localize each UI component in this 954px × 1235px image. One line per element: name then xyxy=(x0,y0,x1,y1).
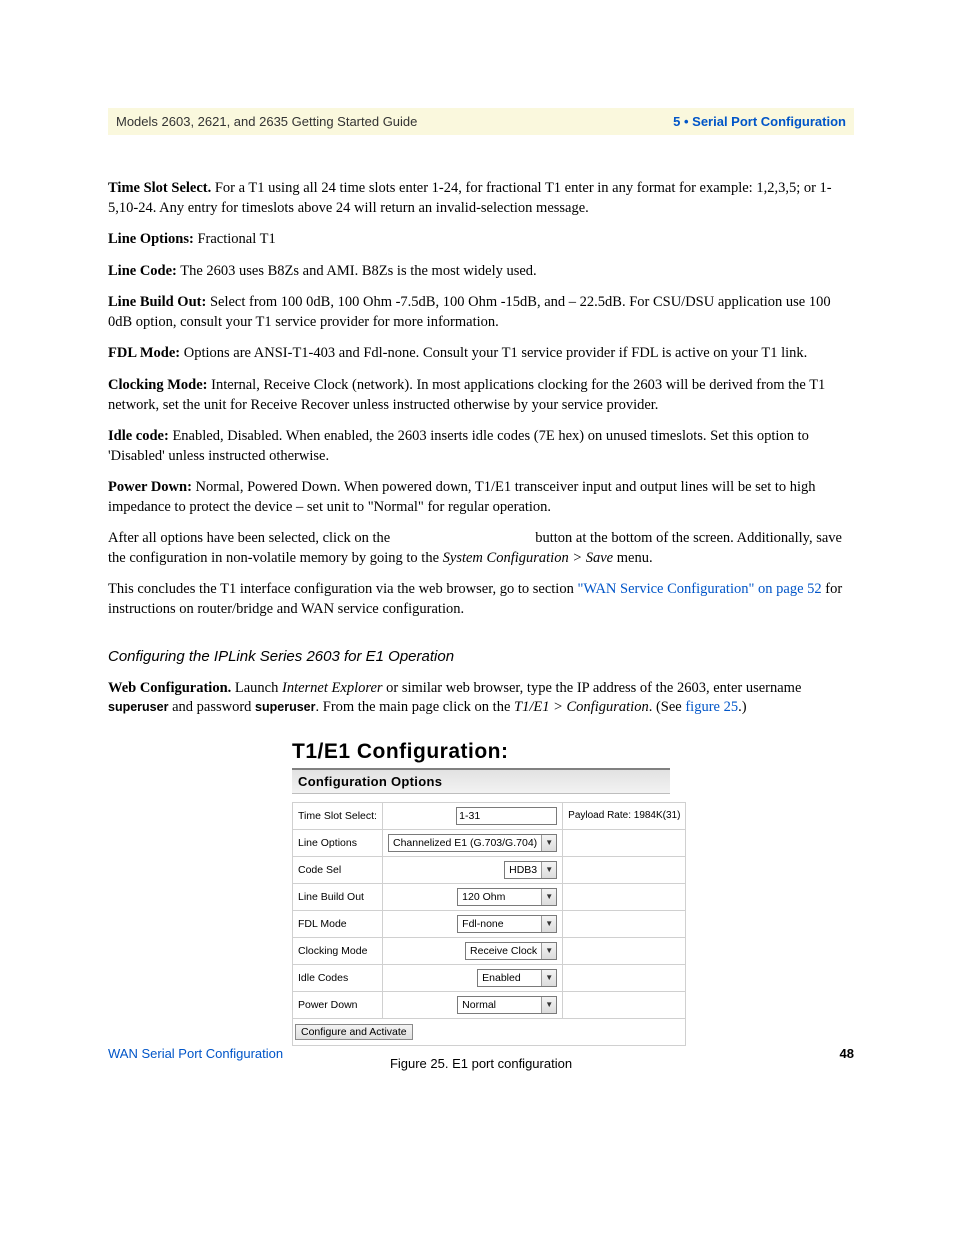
page-footer: WAN Serial Port Configuration 48 xyxy=(108,1046,854,1061)
para-timeslot: Time Slot Select. For a T1 using all 24 … xyxy=(108,179,854,218)
row-timeslot: Time Slot Select: Payload Rate: 1984K(31… xyxy=(293,802,686,829)
link-figure25[interactable]: figure 25 xyxy=(685,699,738,715)
footer-page-number: 48 xyxy=(840,1046,854,1061)
page-header: Models 2603, 2621, and 2635 Getting Star… xyxy=(108,108,854,135)
timeslot-input[interactable] xyxy=(456,807,557,825)
para-idle: Idle code: Enabled, Disabled. When enabl… xyxy=(108,427,854,466)
fdl-select[interactable]: Fdl-none ▼ xyxy=(457,915,557,933)
configure-activate-button[interactable]: Configure and Activate xyxy=(295,1024,413,1040)
payload-rate: Payload Rate: 1984K(31) xyxy=(563,802,686,829)
chevron-down-icon: ▼ xyxy=(541,835,556,851)
config-title: T1/E1 Configuration: xyxy=(292,740,670,764)
chevron-down-icon: ▼ xyxy=(541,889,556,905)
para-after-options: After all options have been selected, cl… xyxy=(108,529,854,568)
chevron-down-icon: ▼ xyxy=(541,943,556,959)
para-conclude: This concludes the T1 interface configur… xyxy=(108,580,854,619)
link-wan-service[interactable]: "WAN Service Configuration" on page 52 xyxy=(577,581,821,597)
row-clocking: Clocking Mode Receive Clock ▼ xyxy=(293,937,686,964)
row-idle: Idle Codes Enabled ▼ xyxy=(293,964,686,991)
para-fdl: FDL Mode: Options are ANSI-T1-403 and Fd… xyxy=(108,344,854,364)
lbo-select[interactable]: 120 Ohm ▼ xyxy=(457,888,557,906)
header-guide-title: Models 2603, 2621, and 2635 Getting Star… xyxy=(116,114,417,129)
idle-select[interactable]: Enabled ▼ xyxy=(477,969,557,987)
row-lineoptions: Line Options Channelized E1 (G.703/G.704… xyxy=(293,829,686,856)
chevron-down-icon: ▼ xyxy=(541,997,556,1013)
footer-section: WAN Serial Port Configuration xyxy=(108,1046,283,1061)
header-section: 5 • Serial Port Configuration xyxy=(673,114,846,129)
row-powerdown: Power Down Normal ▼ xyxy=(293,991,686,1018)
para-lineoptions: Line Options: Fractional T1 xyxy=(108,230,854,250)
config-panel: T1/E1 Configuration: Configuration Optio… xyxy=(292,740,670,1046)
chevron-down-icon: ▼ xyxy=(541,916,556,932)
row-button: Configure and Activate xyxy=(293,1018,686,1045)
chevron-down-icon: ▼ xyxy=(541,862,556,878)
config-table: Time Slot Select: Payload Rate: 1984K(31… xyxy=(292,802,686,1046)
para-lbo: Line Build Out: Select from 100 0dB, 100… xyxy=(108,293,854,332)
page: Models 2603, 2621, and 2635 Getting Star… xyxy=(0,0,954,1111)
figure-config: T1/E1 Configuration: Configuration Optio… xyxy=(108,740,854,1071)
row-lbo: Line Build Out 120 Ohm ▼ xyxy=(293,883,686,910)
codesel-select[interactable]: HDB3 ▼ xyxy=(504,861,557,879)
clocking-select[interactable]: Receive Clock ▼ xyxy=(465,942,557,960)
powerdown-select[interactable]: Normal ▼ xyxy=(457,996,557,1014)
row-codesel: Code Sel HDB3 ▼ xyxy=(293,856,686,883)
subheading-e1: Configuring the IPLink Series 2603 for E… xyxy=(108,648,854,665)
row-fdl: FDL Mode Fdl-none ▼ xyxy=(293,910,686,937)
para-powerdown: Power Down: Normal, Powered Down. When p… xyxy=(108,478,854,517)
config-subtitle: Configuration Options xyxy=(292,768,670,794)
para-linecode: Line Code: The 2603 uses B8Zs and AMI. B… xyxy=(108,262,854,282)
chevron-down-icon: ▼ xyxy=(541,970,556,986)
para-webconfig: Web Configuration. Launch Internet Explo… xyxy=(108,679,854,718)
para-clocking: Clocking Mode: Internal, Receive Clock (… xyxy=(108,376,854,415)
lineoptions-select[interactable]: Channelized E1 (G.703/G.704) ▼ xyxy=(388,834,557,852)
